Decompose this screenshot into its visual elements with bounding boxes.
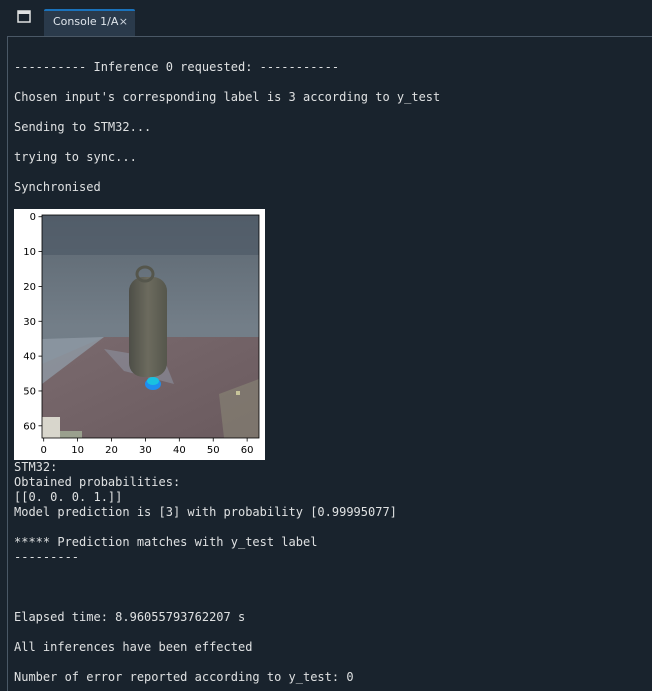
console-line: Sending to STM32...: [14, 120, 152, 134]
x-tick-label: 60: [241, 445, 254, 456]
window-icon[interactable]: [14, 8, 34, 26]
console-output[interactable]: ---------- Inference 0 requested: ------…: [7, 36, 652, 691]
console-line: trying to sync...: [14, 150, 137, 164]
y-tick-label: 40: [23, 352, 36, 363]
plot-image: [42, 215, 259, 438]
close-icon[interactable]: ×: [119, 15, 128, 28]
x-axis-ticks: 0 10 20 30 40 50 60: [41, 438, 254, 456]
console-line: STM32:: [14, 460, 58, 474]
tab-console-1a[interactable]: Console 1/A ×: [44, 9, 135, 36]
tab-bar: Console 1/A ×: [0, 0, 652, 36]
y-tick-label: 0: [30, 212, 36, 223]
y-axis-ticks: 0 10 20 30 40 50 60: [23, 212, 42, 432]
y-tick-label: 10: [23, 247, 36, 258]
console-line: ---------: [14, 550, 80, 564]
console-line: [[0. 0. 0. 1.]]: [14, 490, 123, 504]
y-tick-label: 30: [23, 317, 36, 328]
console-line: Chosen input's corresponding label is 3 …: [14, 90, 441, 104]
console-line: Elapsed time: 8.96055793762207 s: [14, 610, 246, 624]
x-tick-label: 30: [139, 445, 152, 456]
console-line: All inferences have been effected: [14, 640, 253, 654]
x-tick-label: 10: [71, 445, 84, 456]
x-tick-label: 50: [207, 445, 220, 456]
y-tick-label: 50: [23, 386, 36, 397]
inline-image-plot: 0 10 20 30 40 50 60 0 10 20 30 40 50 60: [14, 209, 265, 460]
tab-label: Console 1/A: [53, 15, 119, 28]
spyder-console-window: Console 1/A × ---------- Inference 0 req…: [0, 0, 652, 691]
console-line: Synchronised: [14, 180, 101, 194]
y-tick-label: 60: [23, 421, 36, 432]
console-line: ---------- Inference 0 requested: ------…: [14, 60, 340, 74]
y-tick-label: 20: [23, 282, 36, 293]
console-line: Number of error reported according to y_…: [14, 670, 354, 684]
x-tick-label: 20: [105, 445, 118, 456]
console-line: Model prediction is [3] with probability…: [14, 505, 397, 519]
x-tick-label: 40: [173, 445, 186, 456]
console-line: ***** Prediction matches with y_test lab…: [14, 535, 318, 549]
x-tick-label: 0: [41, 445, 47, 456]
console-line: Obtained probabilities:: [14, 475, 181, 489]
